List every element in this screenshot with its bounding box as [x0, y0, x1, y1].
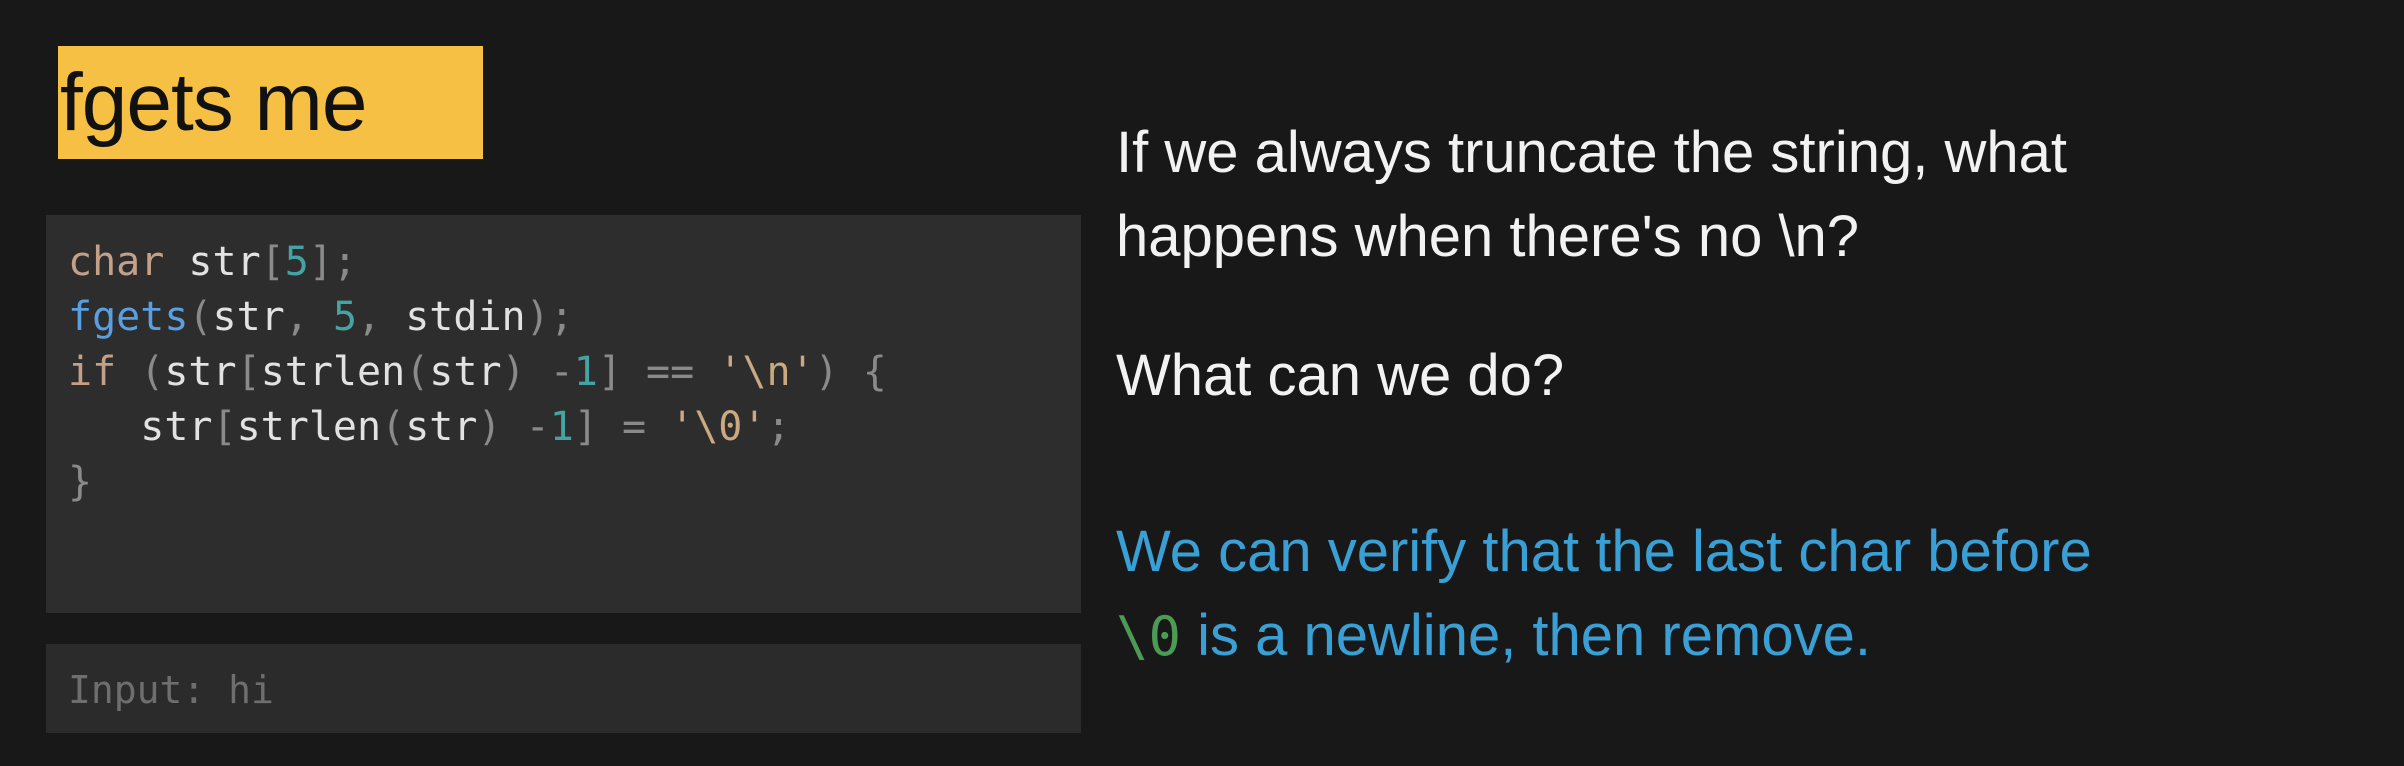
question-2: What can we do?	[1116, 343, 1565, 408]
input-label: Input: hi	[68, 668, 274, 712]
code-token-punc: ) {	[814, 349, 887, 395]
code-token-punc: (	[405, 349, 430, 395]
input-panel: Input: hi	[46, 644, 1081, 733]
code-token-id: str	[429, 349, 502, 395]
code-token-num: 5	[332, 294, 358, 340]
code-line: str[strlen(str) -1] = '\0';	[68, 400, 887, 455]
code-token-punc: ] =	[573, 404, 671, 450]
answer-line-2-text: is a newline, then remove.	[1181, 603, 1871, 668]
slide-title: fgets me	[58, 46, 483, 159]
code-token-punc: [	[212, 404, 237, 450]
code-token-id: str	[164, 239, 261, 285]
code-token-punc: (	[116, 349, 165, 395]
code-token-punc: ,	[357, 294, 406, 340]
code-token-punc: (	[381, 404, 406, 450]
code-token-num: 5	[284, 239, 309, 285]
answer-line-1: We can verify that the last char before	[1116, 519, 2092, 584]
code-token-punc: }	[68, 459, 93, 505]
code-line: }	[68, 455, 887, 510]
code-line: if (str[strlen(str) -1] == '\n') {	[68, 345, 887, 400]
code-token-id: strlen	[260, 349, 406, 395]
code-token-punc: ;	[766, 404, 791, 450]
code-token-punc: ];	[308, 239, 358, 285]
code-block: char str[5]; fgets(str, 5, stdin); if (str…	[46, 215, 1081, 613]
code-token-kw: if	[68, 349, 117, 395]
answer-text: We can verify that the last char before …	[1116, 510, 2092, 679]
code-token-id: str	[164, 349, 237, 395]
code-token-num: 1	[573, 349, 598, 395]
answer-null-char: \0	[1116, 605, 1182, 668]
code-token-id: str	[68, 404, 213, 450]
answer-line-2: \0 is a newline, then remove.	[1116, 594, 2092, 679]
code-token-punc: (	[188, 294, 213, 340]
code-token-punc: ) -	[501, 349, 574, 395]
code-token-num: 1	[549, 404, 574, 450]
code-token-kw: char	[68, 239, 165, 285]
code-token-str: '\n'	[718, 349, 815, 395]
code-token-punc: [	[260, 239, 285, 285]
code-token-punc: ) -	[477, 404, 550, 450]
question-text: If we always truncate the string, what h…	[1116, 111, 2067, 279]
code-token-id: stdin	[405, 294, 526, 340]
code-token-fn: fgets	[68, 294, 189, 340]
code-content: char str[5]; fgets(str, 5, stdin); if (str…	[68, 235, 887, 510]
code-token-str: '\0'	[670, 404, 767, 450]
code-token-punc: );	[525, 294, 574, 340]
code-token-punc: [	[236, 349, 261, 395]
question-line-2: happens when there's no \n?	[1116, 204, 1860, 269]
code-token-punc: ] ==	[597, 349, 719, 395]
code-token-id: str	[405, 404, 478, 450]
code-line: fgets(str, 5, stdin);	[68, 290, 887, 345]
code-token-id: strlen	[236, 404, 382, 450]
question-line-1: If we always truncate the string, what	[1116, 120, 2067, 185]
code-token-punc: ,	[284, 294, 333, 340]
code-line: char str[5];	[68, 235, 887, 290]
code-token-id: str	[212, 294, 285, 340]
